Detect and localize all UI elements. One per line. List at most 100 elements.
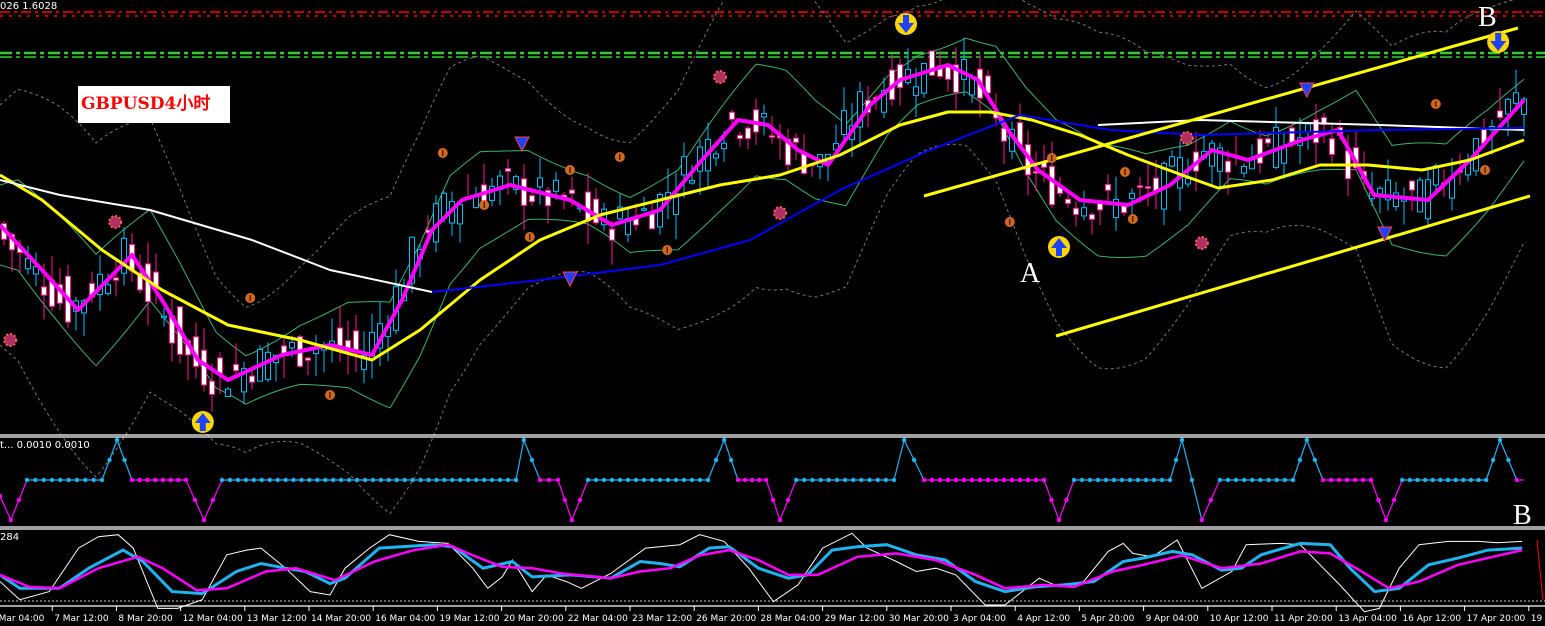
indicator1-point <box>1009 477 1015 483</box>
indicator1-point <box>1041 477 1047 483</box>
oscillator-line-magenta <box>0 543 1523 592</box>
indicator1-point <box>489 477 495 483</box>
candle-bear <box>1265 138 1271 144</box>
indicator1-point <box>1497 437 1503 443</box>
indicator1-point <box>818 477 823 483</box>
price-chart[interactable] <box>0 0 1545 626</box>
indicator1-point <box>41 477 46 483</box>
indicator1-point <box>1391 497 1397 503</box>
candle-bull <box>1209 142 1215 167</box>
candle-bull <box>761 113 767 118</box>
x-tick-label: 30 Mar 20:00 <box>888 614 949 624</box>
indicator1-panel <box>0 437 1524 523</box>
x-tick-label: 10 Apr 12:00 <box>1209 614 1269 624</box>
candle-bear <box>113 277 119 281</box>
indicator1-point <box>728 457 734 463</box>
bollinger-lower <box>0 143 1525 515</box>
indicator1-point <box>521 437 526 443</box>
indicator1-point <box>649 477 655 483</box>
candle-bull <box>1305 123 1311 132</box>
candle-bear <box>1073 207 1079 216</box>
indicator1-point <box>705 477 711 483</box>
candle-bull <box>473 196 479 209</box>
candle-bear <box>1145 186 1151 189</box>
indicator1-point <box>689 477 695 483</box>
indicator1-point <box>794 477 799 483</box>
indicator1-point <box>735 477 741 483</box>
candle-bear <box>649 213 655 230</box>
indicator1-point <box>58 477 63 483</box>
indicator1-point <box>756 477 762 483</box>
indicator1-point <box>1274 477 1279 483</box>
oscillator-current-bar <box>1536 539 1544 601</box>
indicator1-point <box>394 477 400 483</box>
candle-bull <box>265 351 271 380</box>
indicator1-point <box>307 477 312 483</box>
series-ma_slow <box>0 179 433 293</box>
indicator1-point <box>810 477 815 483</box>
candle-bull <box>1241 165 1247 174</box>
candle-bear <box>729 111 735 120</box>
candle-bear <box>1065 198 1071 204</box>
indicator2-panel <box>0 532 1545 613</box>
indicator1-point <box>945 477 951 483</box>
indicator2-label: 284 <box>0 532 20 543</box>
indicator1-point <box>867 477 872 483</box>
indicator1-point <box>657 477 663 483</box>
x-tick-label: 9 Apr 04:00 <box>1145 614 1199 624</box>
indicator1-point <box>201 517 207 523</box>
indicator1-point <box>251 477 256 483</box>
x-tick-label: 7 Mar 12:00 <box>54 614 109 624</box>
indicator1-point <box>410 477 415 483</box>
indicator1-point <box>1225 477 1231 483</box>
indicator1-point <box>1017 477 1023 483</box>
indicator1-point <box>1312 457 1318 463</box>
annotation-b-sub: B <box>1513 500 1532 531</box>
indicator1-point <box>315 477 320 483</box>
x-tick-label: 12 Mar 04:00 <box>182 614 243 624</box>
candle-bear <box>1105 183 1111 191</box>
indicator1-point <box>192 497 198 503</box>
candle-bull <box>641 208 647 211</box>
candle-bull <box>121 237 127 274</box>
indicator1-point <box>338 477 344 483</box>
candle-bull <box>921 63 927 94</box>
indicator1-point <box>697 477 703 483</box>
indicator1-point <box>785 497 791 503</box>
indicator1-point <box>331 477 336 483</box>
indicator1-point <box>299 477 304 483</box>
x-tick-label: 13 Apr 04:00 <box>1338 614 1397 624</box>
bollinger-upper <box>0 0 1516 308</box>
trendline <box>1055 194 1531 338</box>
candle-bear <box>801 152 807 174</box>
indicator1-point <box>537 477 543 483</box>
red-fractal-marker <box>108 215 123 229</box>
indicator1-point <box>969 477 975 483</box>
indicator1-point <box>585 477 591 483</box>
indicator1-point <box>1476 477 1481 483</box>
indicator1-point <box>834 477 840 483</box>
candle-bear <box>737 134 743 140</box>
indicator1-point <box>713 457 719 463</box>
x-tick-label: 20 Mar 20:00 <box>503 614 564 624</box>
indicator1-point <box>961 477 967 483</box>
indicator1-segment <box>0 495 12 521</box>
indicator1-point <box>665 477 671 483</box>
indicator1-point <box>442 477 447 483</box>
indicator1-point <box>1250 477 1255 483</box>
indicator1-point <box>1049 497 1054 503</box>
indicator1-point <box>129 477 135 483</box>
annotation-a: A <box>1020 258 1041 289</box>
indicator1-point <box>1242 477 1247 483</box>
indicator1-point <box>546 477 552 483</box>
indicator1-point <box>1490 457 1496 463</box>
indicator1-point <box>370 477 376 483</box>
indicator1-point <box>402 477 407 483</box>
indicator1-point <box>722 437 727 443</box>
indicator1-point <box>1159 477 1165 483</box>
indicator1-point <box>875 477 880 483</box>
indicator1-point <box>1151 477 1157 483</box>
indicator1-point <box>826 477 831 483</box>
indicator1-point <box>1360 477 1366 483</box>
indicator1-point <box>1056 517 1062 523</box>
